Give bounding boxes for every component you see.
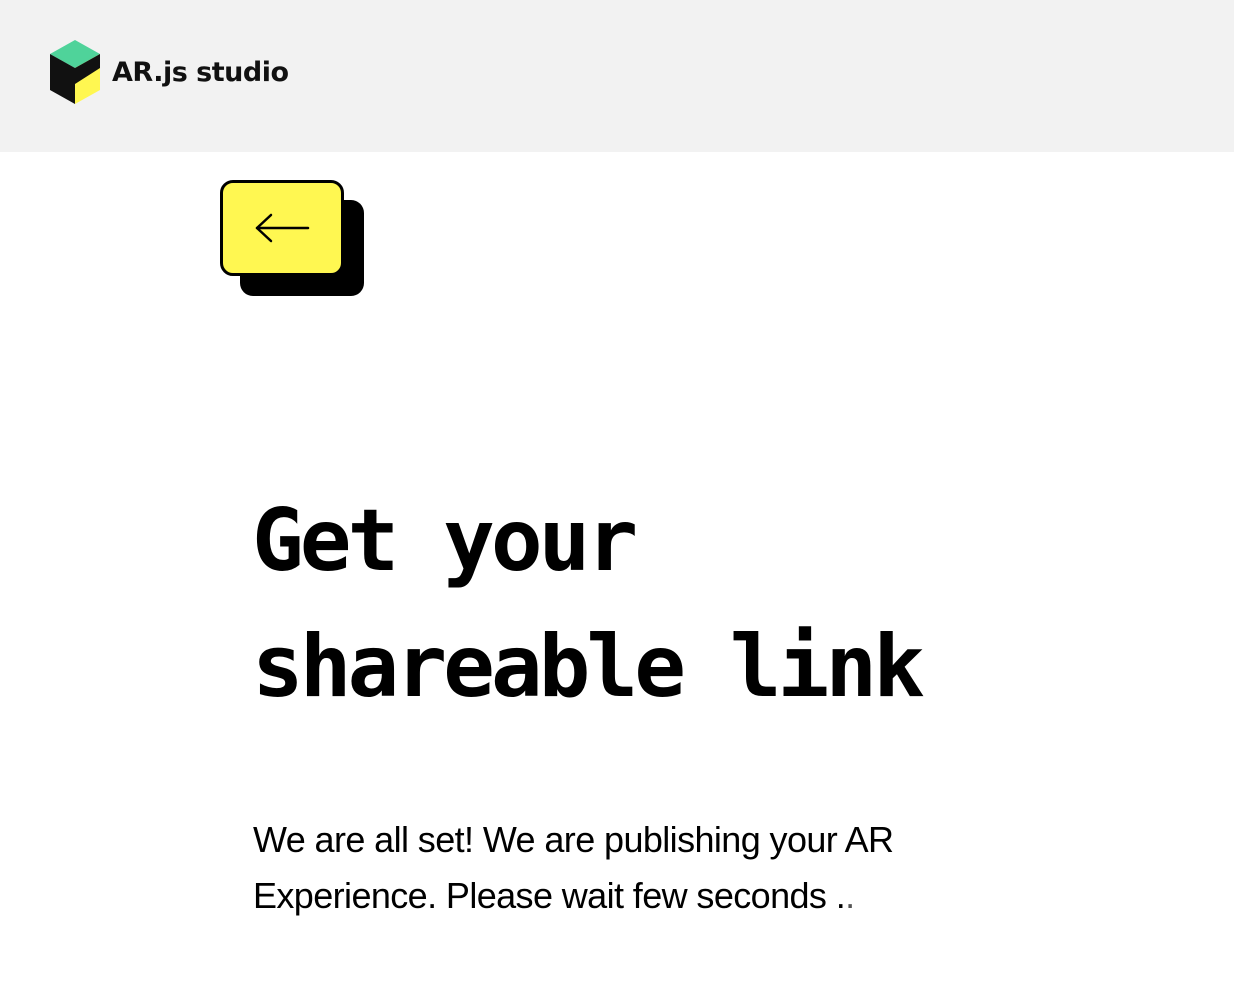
arrow-left-icon	[255, 213, 310, 243]
loading-dots: .	[845, 875, 855, 916]
status-message-text: We are all set! We are publishing your A…	[253, 819, 894, 916]
brand-logo-link[interactable]: AR.js studio	[48, 38, 289, 106]
top-header: AR.js studio	[0, 0, 1234, 152]
arjs-cube-logo-icon	[50, 40, 100, 104]
page-title: Get your shareable link	[252, 478, 1012, 730]
publishing-status-message: We are all set! We are publishing your A…	[253, 812, 973, 924]
back-button-group	[220, 180, 366, 298]
brand-name: AR.js studio	[112, 56, 289, 88]
page-title-line-2: shareable link	[252, 617, 925, 717]
page-title-line-1: Get your	[252, 491, 638, 591]
back-button[interactable]	[220, 180, 344, 276]
